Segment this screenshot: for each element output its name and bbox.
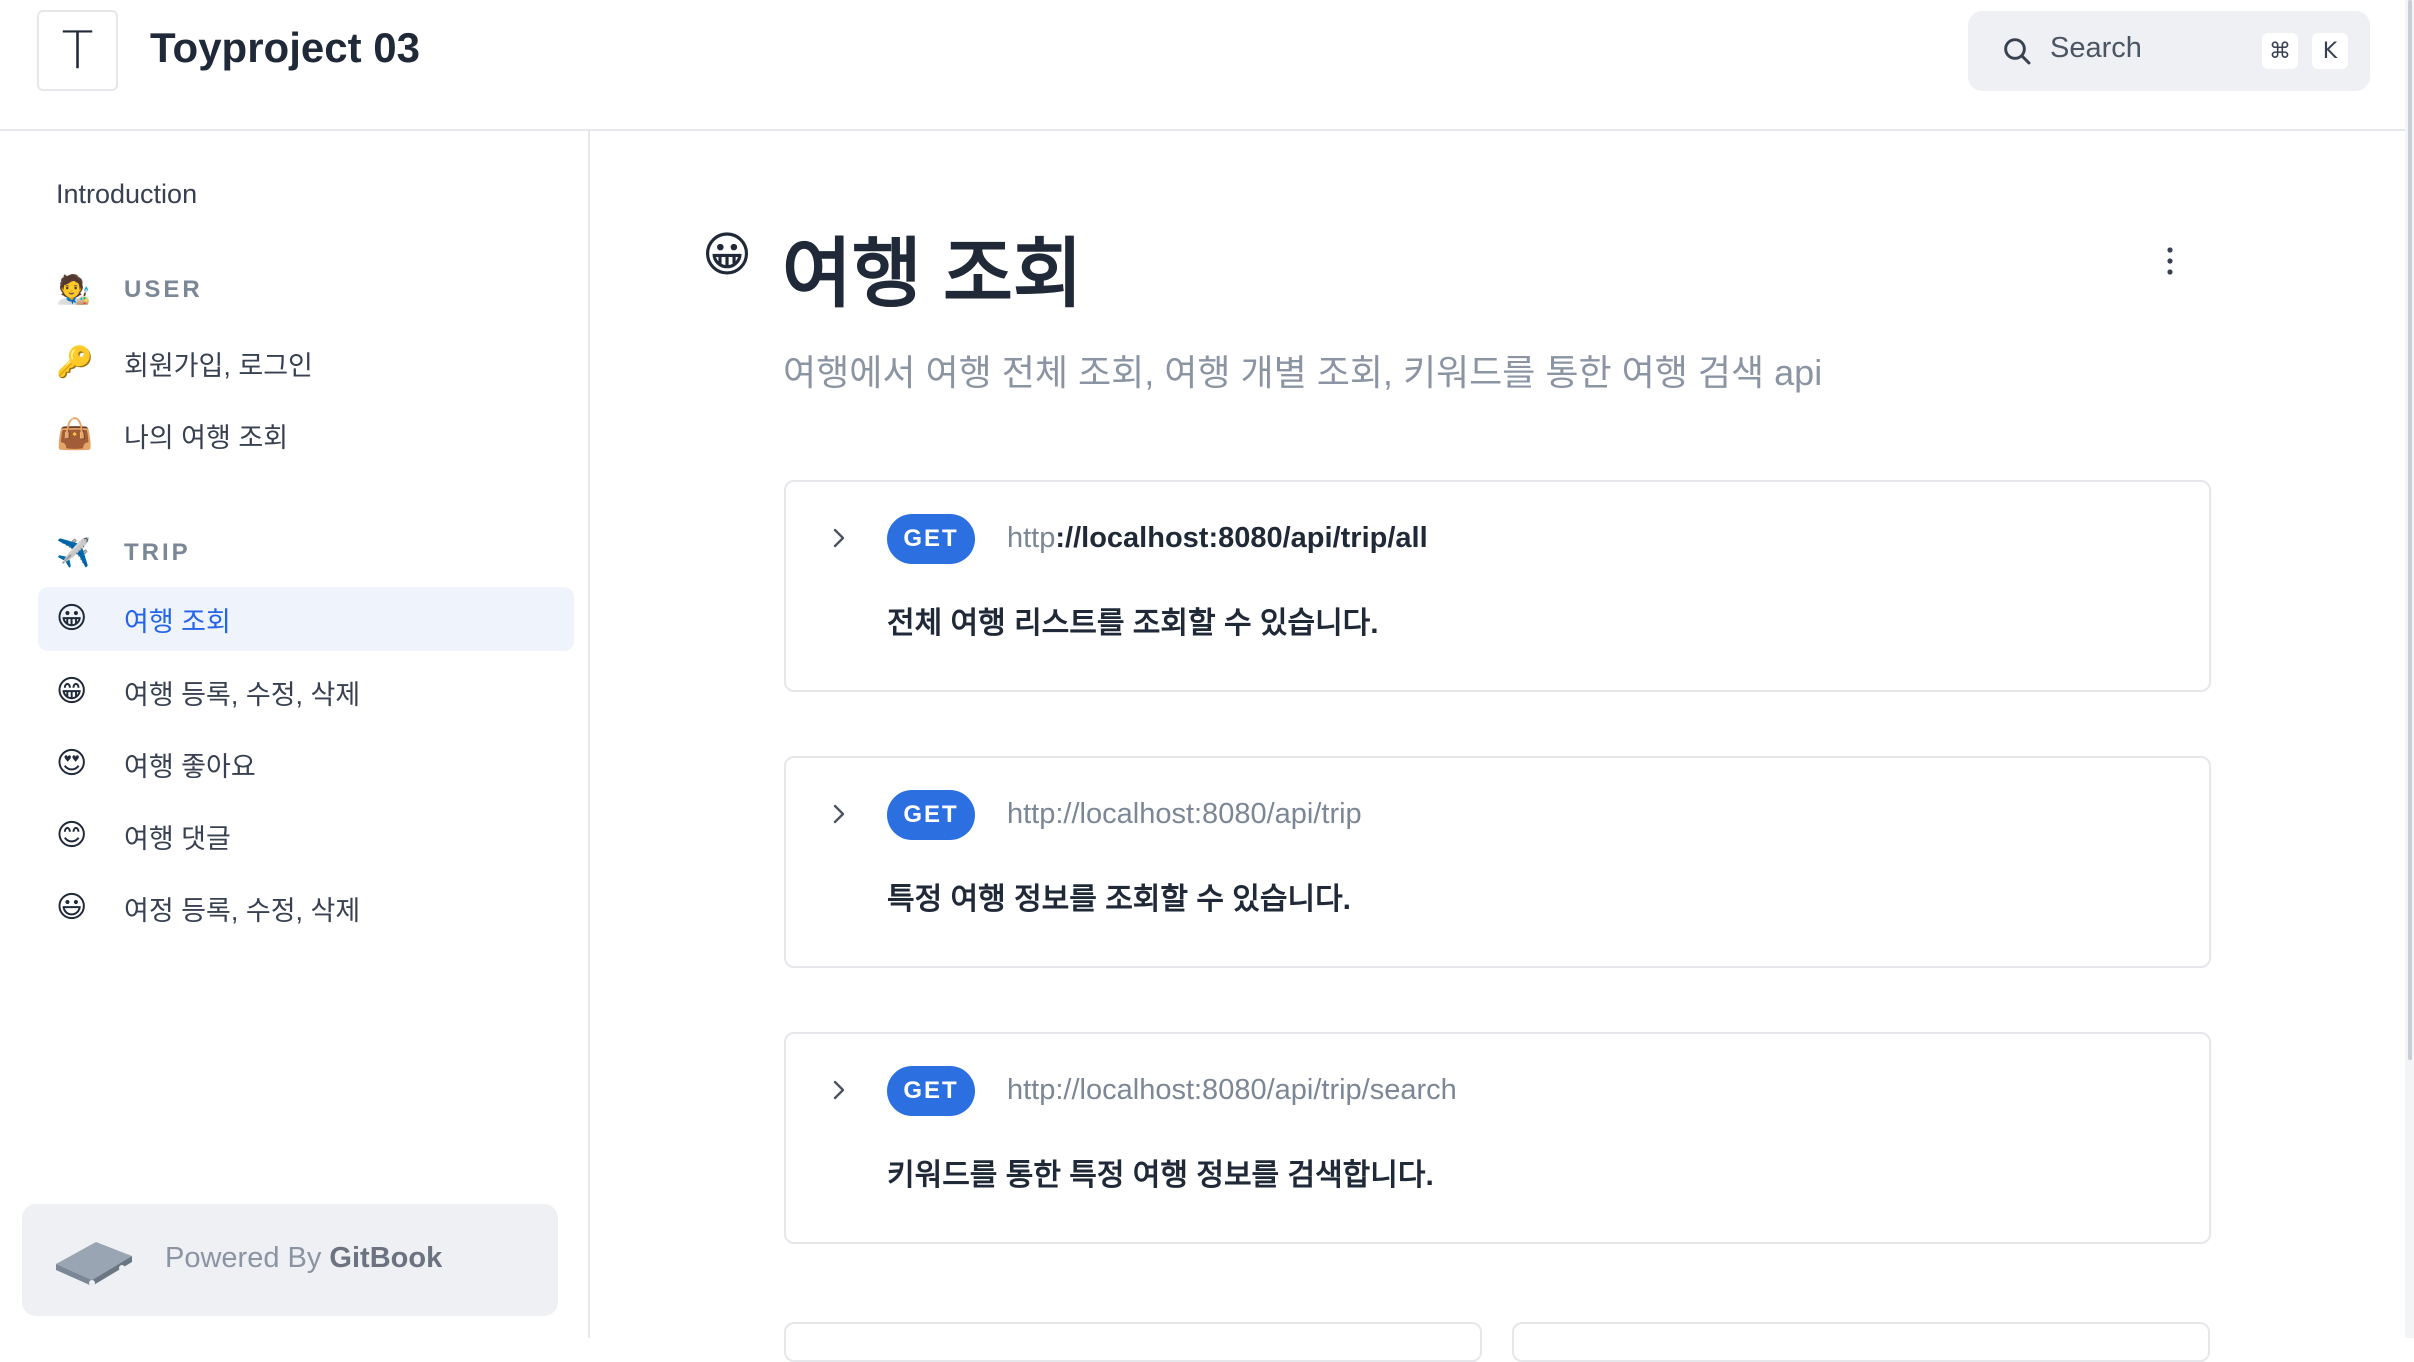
artist-emoji-icon: 🧑‍🎨 xyxy=(56,274,91,305)
powered-by-gitbook-link[interactable]: Powered By GitBook xyxy=(22,1204,558,1316)
chevron-right-icon[interactable] xyxy=(828,1076,850,1104)
api-endpoint-card[interactable]: GET http://localhost:8080/api/trip 특정 여행… xyxy=(784,756,2211,968)
sidebar-item-my-trips[interactable]: 👜 나의 여행 조회 xyxy=(38,403,574,467)
api-url-scheme: http xyxy=(1007,522,1056,554)
powered-by-text: Powered By GitBook xyxy=(165,1242,442,1275)
section-label: USER xyxy=(124,275,203,303)
heart-eyes-face-icon: 😍 xyxy=(56,747,88,780)
smiling-face-icon: 😊 xyxy=(56,819,88,852)
top-header: T Toyproject 03 Search ⌘ K xyxy=(0,0,2405,131)
scrollbar-thumb[interactable] xyxy=(2408,0,2412,1060)
api-endpoint-card[interactable]: GET http://localhost:8080/api/trip/all 전… xyxy=(784,480,2211,692)
api-url: http://localhost:8080/api/trip xyxy=(1007,798,1362,831)
page-description: 여행에서 여행 전체 조회, 여행 개별 조회, 키워드를 통한 여행 검색 a… xyxy=(783,352,1823,393)
sidebar-item-trip-comments[interactable]: 😊 여행 댓글 xyxy=(38,804,574,868)
api-url-path: ://localhost:8080/api/trip/search xyxy=(1055,1074,1457,1106)
api-url-scheme: http xyxy=(1007,798,1056,830)
shortcut-k-key: K xyxy=(2312,33,2348,69)
sidebar-section-user: 🧑‍🎨 USER xyxy=(56,273,203,306)
http-method-badge: GET xyxy=(887,790,975,840)
search-button[interactable]: Search ⌘ K xyxy=(1968,11,2370,91)
api-description: 키워드를 통한 특정 여행 정보를 검색합니다. xyxy=(887,1159,1434,1192)
sidebar-item-introduction[interactable]: Introduction xyxy=(56,179,197,210)
smiley-face-icon: 😃 xyxy=(56,891,88,924)
sidebar-item-itinerary-crud[interactable]: 😃 여정 등록, 수정, 삭제 xyxy=(38,876,574,940)
shortcut-cmd-key: ⌘ xyxy=(2262,33,2298,69)
gitbook-logo-icon xyxy=(56,1242,132,1286)
api-description: 특정 여행 정보를 조회할 수 있습니다. xyxy=(887,883,1352,916)
more-options-icon[interactable] xyxy=(2158,244,2182,278)
api-url: http://localhost:8080/api/trip/search xyxy=(1007,1074,1457,1107)
sidebar-item-trip-likes[interactable]: 😍 여행 좋아요 xyxy=(38,732,574,796)
sidebar-item-label: 나의 여행 조회 xyxy=(124,422,289,453)
sidebar-item-signup-login[interactable]: 🔑 회원가입, 로그인 xyxy=(38,331,574,395)
airplane-emoji-icon: ✈️ xyxy=(56,537,91,568)
sidebar-item-label: 여행 등록, 수정, 삭제 xyxy=(124,679,361,710)
page-emoji-icon: 😀 xyxy=(702,229,753,282)
powered-by-brand: GitBook xyxy=(329,1242,443,1274)
grinning-face-icon: 😀 xyxy=(56,602,88,635)
key-emoji-icon: 🔑 xyxy=(56,346,94,379)
api-url-path: ://localhost:8080/api/trip xyxy=(1055,798,1362,830)
api-url-scheme: http xyxy=(1007,1074,1056,1106)
sidebar-section-trip: ✈️ TRIP xyxy=(56,536,191,569)
search-label: Search xyxy=(2050,32,2142,64)
sidebar: Introduction 🧑‍🎨 USER 🔑 회원가입, 로그인 👜 나의 여… xyxy=(0,131,590,1338)
sidebar-item-label: 여행 조회 xyxy=(124,606,231,637)
http-method-badge: GET xyxy=(887,514,975,564)
sidebar-item-trip-crud[interactable]: 😁 여행 등록, 수정, 삭제 xyxy=(38,660,574,724)
api-url: http://localhost:8080/api/trip/all xyxy=(1007,522,1428,555)
sidebar-item-label: 여정 등록, 수정, 삭제 xyxy=(124,895,361,926)
beaming-face-icon: 😁 xyxy=(56,675,88,708)
http-method-badge: GET xyxy=(887,1066,975,1116)
chevron-right-icon[interactable] xyxy=(828,800,850,828)
api-url-path: ://localhost:8080/api/trip/all xyxy=(1055,522,1428,554)
api-endpoint-card[interactable]: GET http://localhost:8080/api/trip/searc… xyxy=(784,1032,2211,1244)
api-description: 전체 여행 리스트를 조회할 수 있습니다. xyxy=(887,607,1379,640)
powered-by-prefix: Powered By xyxy=(165,1242,322,1274)
page-title: 여행 조회 xyxy=(782,232,1083,317)
sidebar-item-label: 여행 댓글 xyxy=(124,823,231,854)
search-icon xyxy=(2004,38,2031,65)
handbag-emoji-icon: 👜 xyxy=(56,418,94,451)
next-page-card[interactable] xyxy=(1512,1322,2210,1362)
chevron-right-icon[interactable] xyxy=(828,524,850,552)
section-label: TRIP xyxy=(124,538,191,566)
sidebar-item-label: 회원가입, 로그인 xyxy=(124,350,313,381)
sidebar-item-trip-lookup[interactable]: 😀 여행 조회 xyxy=(38,587,574,651)
site-logo[interactable]: T xyxy=(37,10,118,91)
prev-page-card[interactable] xyxy=(784,1322,1482,1362)
site-title[interactable]: Toyproject 03 xyxy=(150,24,420,72)
sidebar-item-label: 여행 좋아요 xyxy=(124,751,256,782)
